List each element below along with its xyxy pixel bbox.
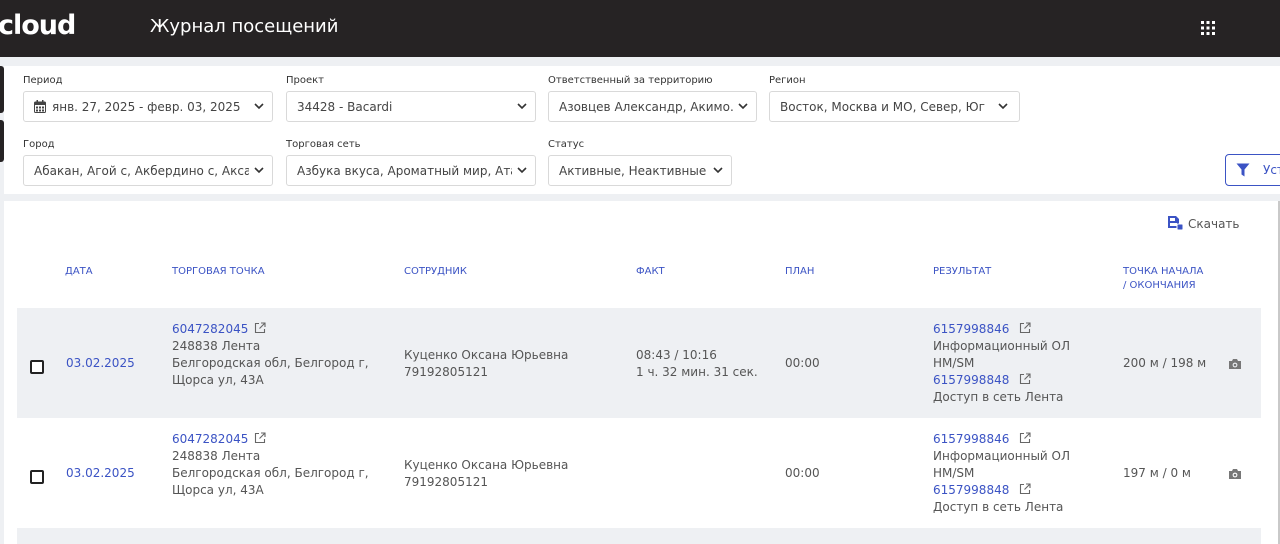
download-file-icon (1168, 216, 1184, 231)
city-label: Город (23, 139, 55, 150)
filter-icon (1236, 163, 1250, 177)
download-label: Скачать (1188, 217, 1240, 231)
result-cell: 6157998846 Информационный ОЛ HM/SM 61579… (933, 431, 1070, 516)
outlet-cell: 6047282045 248838 Лента Белгородская обл… (172, 431, 369, 499)
responsible-label: Ответственный за территорию (548, 75, 713, 86)
fact-duration: 1 ч. 32 мин. 31 сек. (636, 365, 758, 379)
project-value: 34428 - Bacardi (297, 100, 393, 114)
distance-cell: 197 м / 0 м (1123, 466, 1191, 480)
result-name: Доступ в сеть Лента (933, 390, 1064, 404)
row-checkbox[interactable] (30, 470, 44, 484)
plan-cell: 00:00 (785, 356, 820, 370)
result-id-link[interactable]: 6157998846 (933, 432, 1009, 446)
employee-name: Куценко Оксана Юрьевна (404, 458, 569, 472)
result-name-cont: HM/SM (933, 466, 975, 480)
page-title: Журнал посещений (150, 16, 339, 37)
project-select[interactable]: 34428 - Bacardi (286, 91, 536, 122)
camera-icon[interactable] (1228, 468, 1242, 480)
employee-phone: 79192805121 (404, 365, 488, 379)
chevron-down-icon (517, 103, 527, 110)
row-checkbox[interactable] (30, 360, 44, 374)
external-link-icon[interactable] (1019, 322, 1031, 334)
result-cell: 6157998846 Информационный ОЛ HM/SM 61579… (933, 321, 1070, 406)
outlet-address-line1: Белгородская обл, Белгород г, (172, 466, 369, 480)
status-value: Активные, Неактивные (559, 164, 707, 178)
outlet-name: 248838 Лента (172, 339, 261, 353)
apps-grid-icon[interactable] (1199, 19, 1217, 37)
status-select[interactable]: Активные, Неактивные (548, 155, 732, 186)
column-header-outlet[interactable]: ТОРГОВАЯ ТОЧКА (172, 265, 265, 279)
external-link-icon[interactable] (254, 432, 266, 444)
result-name: Информационный ОЛ (933, 449, 1071, 463)
region-label: Регион (769, 75, 806, 86)
outlet-cell: 6047282045 248838 Лента Белгородская обл… (172, 321, 369, 389)
chevron-down-icon (738, 103, 748, 110)
chevron-down-icon (998, 103, 1008, 110)
result-name: Информационный ОЛ (933, 339, 1071, 353)
logo[interactable]: cloud (0, 11, 76, 41)
camera-icon[interactable] (1228, 358, 1242, 370)
responsible-select[interactable]: Азовцев Александр, Акимо... (548, 91, 757, 122)
distance-cell: 200 м / 198 м (1123, 356, 1207, 370)
result-name-cont: HM/SM (933, 356, 975, 370)
result-id-link[interactable]: 6157998848 (933, 483, 1009, 497)
region-value: Восток, Москва и МО, Север, Юг (780, 100, 985, 114)
result-id-link[interactable]: 6157998846 (933, 322, 1009, 336)
visits-table-panel: Скачать ДАТА ТОРГОВАЯ ТОЧКА СОТРУДНИК ФА… (4, 201, 1280, 544)
filters-panel: Период янв. 27, 2025 - февр. 03, 2025 Пр… (4, 66, 1280, 194)
calendar-icon (34, 100, 46, 113)
column-header-date[interactable]: ДАТА (65, 265, 93, 279)
external-link-icon[interactable] (1019, 432, 1031, 444)
chain-select[interactable]: Азбука вкуса, Ароматный мир, Ата... (286, 155, 536, 186)
region-select[interactable]: Восток, Москва и МО, Север, Юг (769, 91, 1020, 122)
column-header-point-line1: ТОЧКА НАЧАЛА (1123, 266, 1204, 277)
project-label: Проект (286, 75, 325, 86)
outlet-address-line2: Щорса ул, 43А (172, 483, 264, 497)
period-value: янв. 27, 2025 - февр. 03, 2025 (52, 100, 241, 114)
external-link-icon[interactable] (254, 322, 266, 334)
employee-cell: Куценко Оксана Юрьевна 79192805121 (404, 457, 568, 491)
chevron-down-icon (517, 167, 527, 174)
outlet-name: 248838 Лента (172, 449, 261, 463)
chevron-down-icon (254, 103, 264, 110)
chain-value: Азбука вкуса, Ароматный мир, Ата... (297, 164, 512, 178)
result-id-link[interactable]: 6157998848 (933, 373, 1009, 387)
chain-label: Торговая сеть (286, 139, 361, 150)
city-value: Абакан, Агой с, Акбердино с, Акса... (34, 164, 249, 178)
status-label: Статус (548, 139, 585, 150)
column-header-fact[interactable]: ФАКТ (636, 265, 665, 279)
outlet-id-link[interactable]: 6047282045 (172, 432, 248, 446)
table-row[interactable]: 03.02.2025 6047282045 248838 Лента Белго… (17, 418, 1261, 528)
table-row[interactable]: 03.02.2025 6047282045 248838 Лента Белго… (17, 308, 1261, 418)
city-select[interactable]: Абакан, Агой с, Акбердино с, Акса... (23, 155, 273, 186)
row-date[interactable]: 03.02.2025 (66, 355, 135, 372)
outlet-address-line2: Щорса ул, 43А (172, 373, 264, 387)
responsible-value: Азовцев Александр, Акимо... (559, 100, 734, 114)
column-header-point[interactable]: ТОЧКА НАЧАЛА / ОКОНЧАНИЯ (1123, 265, 1203, 293)
chevron-down-icon (254, 167, 264, 174)
top-bar: cloud Журнал посещений (0, 0, 1280, 57)
external-link-icon[interactable] (1019, 373, 1031, 385)
apply-filters-label: Уст (1263, 163, 1280, 177)
outlet-address-line1: Белгородская обл, Белгород г, (172, 356, 369, 370)
employee-name: Куценко Оксана Юрьевна (404, 348, 569, 362)
column-header-employee[interactable]: СОТРУДНИК (404, 265, 467, 279)
plan-cell: 00:00 (785, 466, 820, 480)
column-header-plan[interactable]: ПЛАН (785, 265, 814, 279)
fact-time: 08:43 / 10:16 (636, 348, 717, 362)
period-label: Период (23, 75, 63, 86)
table-row[interactable] (17, 528, 1261, 544)
period-select[interactable]: янв. 27, 2025 - февр. 03, 2025 (23, 91, 273, 122)
outlet-id-link[interactable]: 6047282045 (172, 322, 248, 336)
column-header-result[interactable]: РЕЗУЛЬТАТ (933, 265, 991, 279)
column-header-point-line2: / ОКОНЧАНИЯ (1123, 280, 1196, 291)
employee-cell: Куценко Оксана Юрьевна 79192805121 (404, 347, 568, 381)
row-date[interactable]: 03.02.2025 (66, 465, 135, 482)
fact-cell: 08:43 / 10:16 1 ч. 32 мин. 31 сек. (636, 347, 758, 381)
chevron-down-icon (713, 167, 723, 174)
apply-filters-button[interactable]: Уст (1225, 154, 1280, 186)
result-name: Доступ в сеть Лента (933, 500, 1064, 514)
employee-phone: 79192805121 (404, 475, 488, 489)
external-link-icon[interactable] (1019, 483, 1031, 495)
